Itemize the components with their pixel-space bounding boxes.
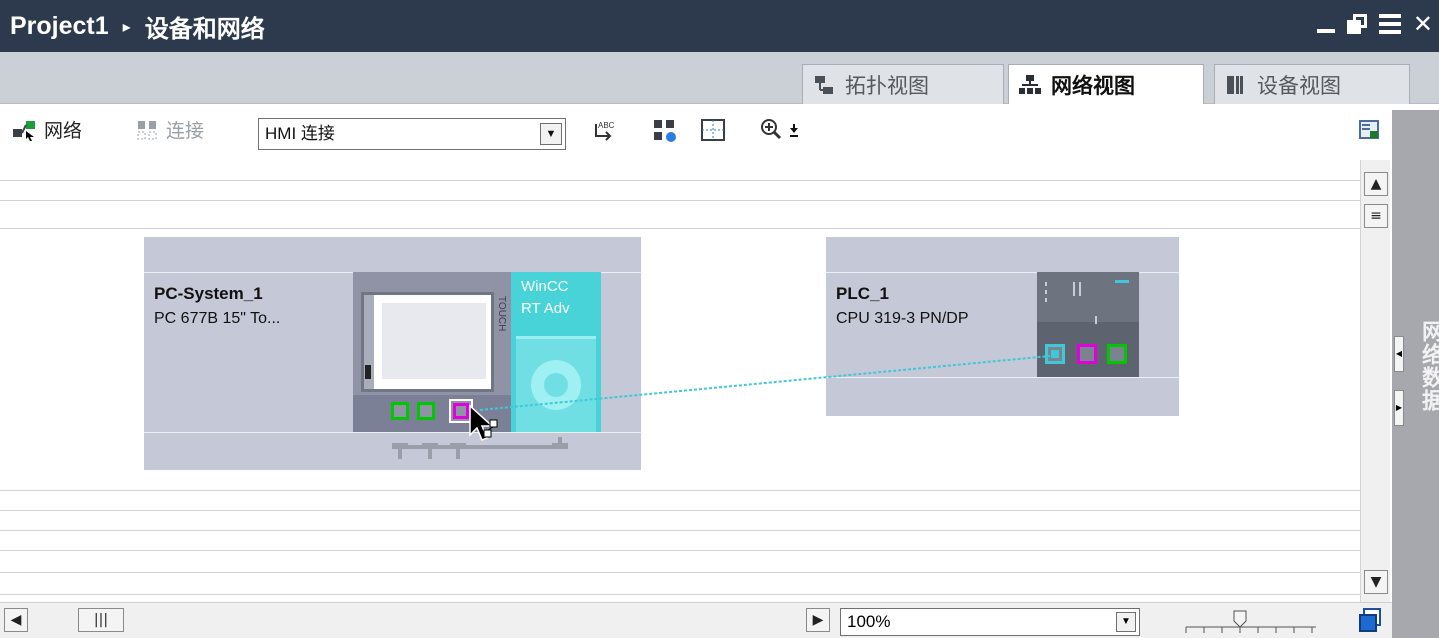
connection-mode-button[interactable]: 连接 (136, 116, 204, 143)
page-break-button[interactable] (700, 118, 728, 144)
scroll-thumb[interactable]: ≡ (1364, 204, 1388, 228)
maximize-icon[interactable] (1378, 14, 1401, 34)
network-data-label[interactable]: 网络数据 (1414, 320, 1439, 412)
connection-mode-icon (136, 119, 158, 141)
network-mode-button[interactable]: 网络 (12, 116, 82, 143)
tab-topology-view[interactable]: 拓扑视图 (802, 64, 1004, 104)
connection-type-value: HMI 连接 (265, 124, 335, 143)
zoom-in-icon (761, 119, 798, 140)
view-tabs: 拓扑视图 网络视图 设备视图 (0, 52, 1439, 105)
network-data-panel[interactable]: ◀ ▶ 网络数据 (1392, 110, 1439, 638)
svg-text:ABC: ABC (598, 121, 615, 130)
overview-window-icon[interactable] (1358, 607, 1384, 633)
overview-navigation-button[interactable] (1358, 118, 1382, 142)
highlight-connections-icon (654, 120, 676, 142)
tab-label: 拓扑视图 (845, 73, 929, 98)
dropdown-arrow-icon[interactable]: ▼ (1116, 612, 1136, 632)
horizontal-scroll-thumb[interactable]: ||| (78, 608, 124, 632)
breadcrumb-separator: ▸ (122, 16, 131, 36)
zoom-select[interactable]: 100% ▼ (840, 608, 1140, 636)
connect-cursor-icon (469, 404, 498, 441)
expand-panel-left-icon[interactable]: ◀ (1394, 336, 1404, 372)
highlight-connections-button[interactable] (652, 118, 680, 144)
tab-label: 网络视图 (1051, 74, 1135, 98)
network-canvas[interactable]: PC-System_1 PC 677B 15" To... TOUCH WinC… (0, 160, 1360, 602)
scroll-left-button[interactable]: ◀ (4, 608, 28, 632)
connection-overlay (469, 355, 1051, 441)
address-labels-icon: ABC (595, 121, 615, 141)
editor-title-bar: Project1 ▸ 设备和网络 ✕ (0, 0, 1439, 52)
tab-device-view[interactable]: 设备视图 (1214, 64, 1410, 104)
zoom-slider[interactable] (1180, 607, 1320, 635)
minimize-icon[interactable] (1316, 29, 1335, 33)
window-controls: ✕ (1316, 10, 1433, 38)
pending-connection-line (479, 355, 1051, 411)
editor-toolbar: 网络 连接 ABC (0, 104, 1400, 160)
device-view-icon (1225, 74, 1247, 96)
topology-view-icon (813, 74, 835, 96)
zoom-button[interactable] (760, 118, 806, 144)
network-mode-label: 网络 (44, 120, 83, 142)
float-window-icon[interactable] (1346, 14, 1367, 34)
overview-navigation-icon (1359, 120, 1379, 139)
scroll-up-button[interactable]: ▲ (1364, 172, 1388, 196)
network-mode-icon (12, 119, 38, 141)
tia-portal-editor: Project1 ▸ 设备和网络 ✕ 拓扑视图 网络视图 设备视图 网络 连接 … (0, 0, 1439, 638)
close-icon[interactable]: ✕ (1413, 10, 1433, 38)
scroll-right-button[interactable]: ▶ (806, 608, 830, 632)
show-address-labels-button[interactable]: ABC (590, 118, 618, 144)
zoom-slider-thumb[interactable] (1233, 610, 1247, 628)
connection-mode-label: 连接 (166, 120, 205, 142)
tab-network-view[interactable]: 网络视图 (1008, 64, 1204, 105)
expand-panel-right-icon[interactable]: ▶ (1394, 390, 1404, 426)
page-title: 设备和网络 (144, 14, 265, 43)
page-break-icon (701, 119, 725, 141)
network-view-icon (1019, 74, 1041, 96)
vertical-scrollbar[interactable]: ▲ ≡ ▼ (1360, 160, 1390, 602)
bottom-status-bar: ◀ ||| ▶ 100% ▼ (0, 602, 1392, 638)
tab-label: 设备视图 (1257, 73, 1341, 98)
scroll-down-button[interactable]: ▼ (1364, 570, 1388, 594)
dropdown-arrow-icon[interactable]: ▼ (540, 123, 562, 145)
connection-type-select[interactable]: HMI 连接 ▼ (258, 118, 566, 150)
project-name[interactable]: Project1 (10, 12, 109, 41)
zoom-value: 100% (847, 612, 891, 631)
